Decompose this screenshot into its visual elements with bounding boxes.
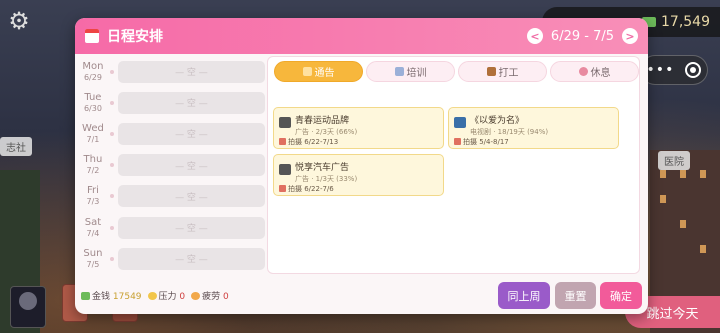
location-label-right[interactable]: 医院 bbox=[658, 151, 690, 170]
day-row-tue: Tue 6/30 — 空 — bbox=[80, 87, 266, 118]
reset-button[interactable]: 重置 bbox=[555, 282, 596, 309]
day-slot[interactable]: — 空 — bbox=[117, 154, 266, 177]
confirm-button[interactable]: 确定 bbox=[600, 282, 642, 309]
clipboard-icon bbox=[302, 67, 312, 76]
money-label: 金钱 bbox=[92, 292, 111, 302]
fatigue-value: 0 bbox=[223, 292, 229, 302]
tab-announcement[interactable]: 通告 bbox=[274, 61, 363, 82]
more-icon[interactable]: ••• bbox=[647, 62, 675, 78]
close-circle-icon[interactable] bbox=[685, 62, 702, 78]
prev-week-arrow-button[interactable]: < bbox=[526, 28, 543, 44]
day-dot bbox=[109, 163, 114, 168]
day-name: Tue bbox=[84, 91, 102, 103]
day-slot[interactable]: — 空 — bbox=[117, 122, 266, 145]
card-name: 悦享汽车广告 bbox=[295, 163, 350, 173]
card-name: 青春运动品牌 bbox=[295, 116, 350, 126]
day-name: Mon bbox=[82, 60, 104, 72]
money-value: 17,549 bbox=[661, 14, 710, 30]
activity-card[interactable]: 悦享汽车广告 广告 · 1/3天 (33%) 拍摄 6/22-7/6 bbox=[273, 154, 444, 196]
day-row-sat: Sat 7/4 — 空 — bbox=[80, 212, 266, 243]
card-date: 拍摄 5/4-8/17 bbox=[454, 137, 509, 147]
day-dot bbox=[109, 69, 114, 74]
day-date: 7/5 bbox=[86, 259, 100, 269]
next-week-arrow-button[interactable]: > bbox=[622, 28, 638, 44]
tab-rest[interactable]: 休息 bbox=[550, 61, 639, 82]
day-slot[interactable]: — 空 — bbox=[117, 91, 266, 114]
card-meta: 广告 · 1/3天 (33%) bbox=[295, 175, 358, 183]
money-stat: 金钱 17549 bbox=[81, 289, 142, 302]
day-date: 7/1 bbox=[86, 134, 100, 144]
card-date: 拍摄 6/22-7/6 bbox=[279, 184, 334, 194]
date-range: 6/29 - 7/5 bbox=[550, 28, 614, 44]
activity-panel: 通告 培训 打工 休息 青春运动品牌 广告 · 2/3天 (66%) 拍摄 6/… bbox=[267, 56, 640, 274]
day-slot[interactable]: — 空 — bbox=[117, 185, 266, 208]
flower-icon bbox=[578, 67, 588, 76]
tv-icon bbox=[454, 117, 466, 128]
tab-label: 培训 bbox=[406, 68, 427, 79]
day-slot[interactable]: — 空 — bbox=[117, 60, 266, 83]
mini-program-capsule[interactable]: ••• bbox=[640, 55, 708, 85]
day-slot[interactable]: — 空 — bbox=[117, 247, 266, 270]
weekday-list: Mon 6/29 — 空 — Tue 6/30 — 空 — Wed 7/1 — 空 —… bbox=[80, 56, 266, 274]
tab-parttime[interactable]: 打工 bbox=[458, 61, 547, 82]
fatigue-label: 疲劳 bbox=[202, 292, 221, 302]
stress-face-icon bbox=[147, 292, 157, 300]
card-meta: 电视剧 · 18/19天 (94%) bbox=[470, 128, 549, 136]
day-dot bbox=[109, 256, 114, 261]
stats-bar: 金钱 17549 压力 0 疲劳 0 bbox=[81, 289, 229, 302]
day-row-fri: Fri 7/3 — 空 — bbox=[80, 181, 266, 212]
player-avatar[interactable] bbox=[10, 286, 46, 328]
stress-value: 0 bbox=[179, 292, 186, 302]
camera-icon bbox=[279, 117, 291, 128]
card-name: 《以爱为名》 bbox=[470, 116, 525, 126]
day-dot bbox=[109, 194, 114, 199]
day-row-sun: Sun 7/5 — 空 — bbox=[80, 243, 266, 274]
day-dot bbox=[109, 131, 114, 136]
calendar-icon bbox=[85, 29, 99, 43]
tab-label: 打工 bbox=[498, 68, 519, 79]
day-date: 6/30 bbox=[83, 103, 102, 113]
fatigue-stat: 疲劳 0 bbox=[191, 289, 229, 302]
day-date: 6/29 bbox=[83, 72, 102, 82]
money-value: 17549 bbox=[112, 292, 142, 302]
day-date: 7/2 bbox=[86, 166, 100, 176]
day-date: 7/4 bbox=[86, 228, 100, 238]
day-name: Thu bbox=[83, 154, 103, 166]
day-dot bbox=[109, 100, 114, 105]
tab-label: 通告 bbox=[314, 68, 335, 79]
day-row-wed: Wed 7/1 — 空 — bbox=[80, 118, 266, 149]
day-dot bbox=[109, 225, 114, 230]
card-meta: 广告 · 2/3天 (66%) bbox=[295, 128, 358, 136]
stress-stat: 压力 0 bbox=[147, 289, 186, 302]
dialog-title: 日程安排 bbox=[107, 29, 163, 45]
day-name: Sat bbox=[84, 216, 102, 228]
activity-card[interactable]: 《以爱为名》 电视剧 · 18/19天 (94%) 拍摄 5/4-8/17 bbox=[448, 107, 619, 149]
stress-label: 压力 bbox=[158, 292, 177, 302]
book-icon bbox=[394, 67, 404, 76]
day-slot[interactable]: — 空 — bbox=[117, 216, 266, 239]
cash-icon bbox=[81, 292, 90, 300]
activity-tabs: 通告 培训 打工 休息 bbox=[274, 61, 639, 82]
day-name: Fri bbox=[86, 185, 99, 197]
tab-label: 休息 bbox=[590, 68, 611, 79]
day-date: 7/3 bbox=[86, 197, 100, 207]
day-row-mon: Mon 6/29 — 空 — bbox=[80, 56, 266, 87]
schedule-dialog: 日程安排 < 6/29 - 7/5 > Mon 6/29 — 空 — Tue 6/3… bbox=[75, 18, 648, 314]
tired-face-icon bbox=[191, 292, 201, 300]
tab-training[interactable]: 培训 bbox=[366, 61, 455, 82]
day-name: Sun bbox=[83, 247, 103, 259]
day-row-thu: Thu 7/2 — 空 — bbox=[80, 150, 266, 181]
day-name: Wed bbox=[82, 122, 104, 134]
dialog-header: 日程安排 < 6/29 - 7/5 > bbox=[75, 18, 648, 54]
camera-icon bbox=[279, 164, 291, 175]
card-date: 拍摄 6/22-7/13 bbox=[279, 137, 338, 147]
gear-icon[interactable]: ⚙ bbox=[6, 8, 32, 34]
copy-last-week-button[interactable]: 同上周 bbox=[498, 282, 550, 309]
activity-card[interactable]: 青春运动品牌 广告 · 2/3天 (66%) 拍摄 6/22-7/13 bbox=[273, 107, 444, 149]
briefcase-icon bbox=[486, 67, 496, 76]
location-label-left[interactable]: 志社 bbox=[0, 137, 32, 156]
